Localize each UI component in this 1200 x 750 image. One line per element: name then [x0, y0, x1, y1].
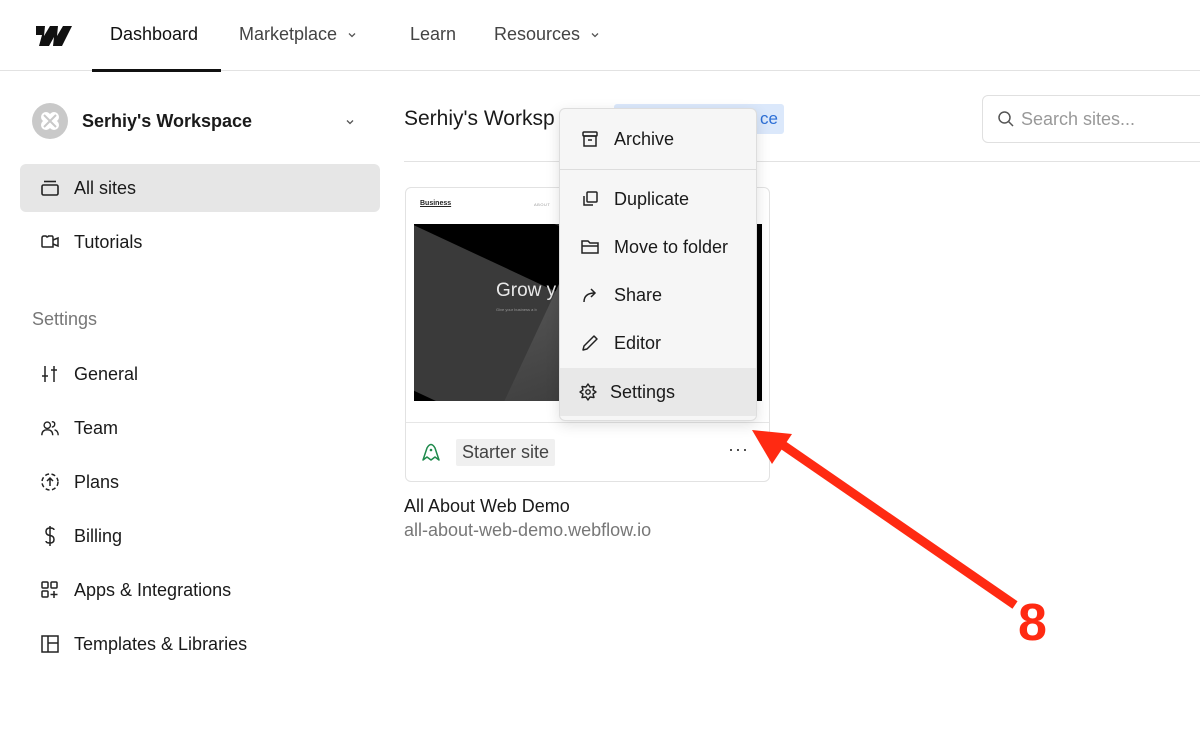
starter-ghost-icon — [422, 443, 440, 461]
thumbnail-headline: Grow y — [496, 280, 557, 301]
apps-add-icon — [40, 580, 60, 600]
menu-item-label: Archive — [614, 128, 675, 149]
header-divider — [404, 161, 1200, 162]
menu-item-settings[interactable]: Settings — [560, 368, 756, 416]
sidebar-item-tutorials[interactable]: Tutorials — [20, 218, 380, 266]
sidebar-item-all-sites[interactable]: All sites — [20, 164, 380, 212]
sidebar-item-label: Templates & Libraries — [74, 633, 248, 654]
chevron-down-icon — [346, 120, 354, 125]
upgrade-circle-icon — [40, 472, 60, 492]
sidebar-item-label: Apps & Integrations — [74, 579, 232, 600]
menu-item-editor[interactable]: Editor — [560, 319, 756, 367]
workspace-avatar — [32, 103, 68, 139]
nav-dashboard-label: Dashboard — [110, 24, 199, 44]
menu-item-label: Share — [614, 284, 663, 305]
nav-resources-label: Resources — [494, 24, 581, 44]
menu-divider — [560, 169, 756, 170]
duplicate-icon — [580, 189, 600, 209]
nav-dashboard[interactable]: Dashboard — [110, 24, 198, 45]
layout-template-icon — [40, 634, 60, 654]
workspace-logo-icon — [41, 112, 59, 130]
sidebar-item-label: Billing — [74, 525, 123, 546]
plan-badge: Starter site — [456, 438, 556, 466]
sidebar-item-apps-integrations[interactable]: Apps & Integrations — [20, 566, 380, 614]
page-title: Serhiy's Worksp — [404, 107, 555, 130]
card-footer: Starter site ··· — [406, 423, 769, 481]
chevron-down-icon — [348, 32, 356, 37]
sidebar-item-label: General — [74, 363, 139, 384]
active-tab-indicator — [92, 69, 221, 72]
nav-marketplace-label: Marketplace — [239, 24, 338, 44]
thumbnail-subtext: Give your business a b — [496, 307, 537, 312]
nav-marketplace[interactable]: Marketplace — [239, 24, 357, 45]
settings-section-heading: Settings — [32, 309, 98, 329]
webflow-logo[interactable] — [36, 24, 72, 48]
menu-item-archive[interactable]: Archive — [560, 115, 756, 163]
menu-item-duplicate[interactable]: Duplicate — [560, 175, 756, 223]
more-options-button[interactable]: ··· — [728, 439, 749, 460]
archive-icon — [580, 129, 600, 149]
sidebar-item-label: Team — [74, 417, 119, 438]
menu-item-label: Move to folder — [614, 236, 729, 257]
pencil-icon — [580, 333, 600, 353]
sidebar-item-plans[interactable]: Plans — [20, 458, 380, 506]
workspace-name: Serhiy's Workspace — [82, 110, 253, 131]
site-url[interactable]: all-about-web-demo.webflow.io — [404, 520, 651, 541]
thumbnail-brand: Business — [420, 200, 452, 207]
sidebar-item-label: Plans — [74, 471, 120, 492]
sidebar-item-label: All sites — [74, 177, 137, 198]
sites-stack-icon — [40, 178, 60, 198]
thumbnail-nav: ABOUT — [534, 202, 551, 207]
users-icon — [40, 418, 60, 438]
nav-learn[interactable]: Learn — [410, 24, 456, 45]
search-icon — [998, 111, 1014, 127]
sidebar-item-billing[interactable]: Billing — [20, 512, 380, 560]
sidebar-item-label: Tutorials — [74, 231, 143, 252]
dollar-icon — [40, 526, 60, 546]
menu-item-label: Duplicate — [614, 188, 690, 209]
share-arrow-icon — [580, 285, 600, 305]
sidebar-item-templates-libraries[interactable]: Templates & Libraries — [20, 620, 380, 668]
site-name[interactable]: All About Web Demo — [404, 496, 570, 517]
site-context-menu: Archive Duplicate Move to folder Share E… — [559, 108, 757, 421]
search-box[interactable] — [982, 95, 1200, 143]
gear-icon — [578, 382, 598, 402]
chevron-down-icon — [591, 32, 599, 37]
top-navigation: Dashboard Marketplace Learn Resources — [0, 0, 1200, 72]
video-camera-icon — [40, 232, 60, 252]
sidebar-item-team[interactable]: Team — [20, 404, 380, 452]
annotation-step-number: 8 — [1018, 594, 1047, 652]
menu-item-label: Settings — [610, 381, 676, 402]
menu-item-label: Editor — [614, 332, 662, 353]
sliders-icon — [40, 364, 60, 384]
menu-item-share[interactable]: Share — [560, 271, 756, 319]
workspace-switcher[interactable]: Serhiy's Workspace — [32, 102, 362, 140]
folder-icon — [580, 237, 600, 257]
menu-item-move-to-folder[interactable]: Move to folder — [560, 223, 756, 271]
sidebar-item-general[interactable]: General — [20, 350, 380, 398]
nav-learn-label: Learn — [410, 24, 457, 44]
nav-resources[interactable]: Resources — [494, 24, 600, 45]
search-input[interactable] — [1021, 108, 1200, 130]
